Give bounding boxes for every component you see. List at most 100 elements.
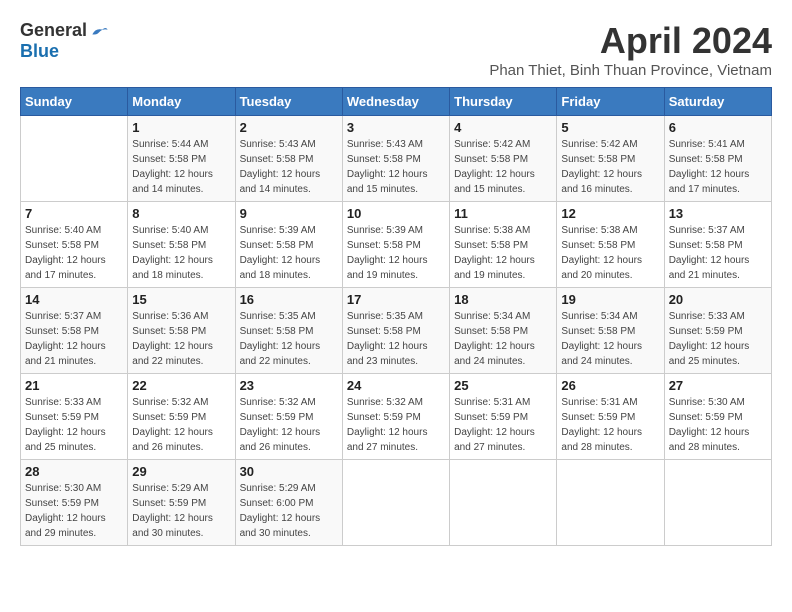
day-number: 17 [347, 292, 445, 307]
day-info: Sunrise: 5:40 AM Sunset: 5:58 PM Dayligh… [25, 223, 123, 283]
day-info: Sunrise: 5:35 AM Sunset: 5:58 PM Dayligh… [240, 309, 338, 369]
daylight-text: Daylight: 12 hours and 14 minutes. [240, 169, 321, 195]
sunrise-text: Sunrise: 5:31 AM [454, 397, 530, 408]
daylight-text: Daylight: 12 hours and 18 minutes. [240, 255, 321, 281]
sunrise-text: Sunrise: 5:33 AM [25, 397, 101, 408]
calendar-cell: 4 Sunrise: 5:42 AM Sunset: 5:58 PM Dayli… [450, 116, 557, 202]
sunrise-text: Sunrise: 5:35 AM [240, 311, 316, 322]
day-info: Sunrise: 5:29 AM Sunset: 5:59 PM Dayligh… [132, 481, 230, 541]
day-info: Sunrise: 5:31 AM Sunset: 5:59 PM Dayligh… [454, 395, 552, 455]
sunset-text: Sunset: 5:58 PM [347, 240, 421, 251]
calendar-cell: 6 Sunrise: 5:41 AM Sunset: 5:58 PM Dayli… [664, 116, 771, 202]
daylight-text: Daylight: 12 hours and 25 minutes. [669, 341, 750, 367]
day-info: Sunrise: 5:39 AM Sunset: 5:58 PM Dayligh… [240, 223, 338, 283]
day-info: Sunrise: 5:42 AM Sunset: 5:58 PM Dayligh… [454, 137, 552, 197]
day-number: 24 [347, 378, 445, 393]
day-info: Sunrise: 5:37 AM Sunset: 5:58 PM Dayligh… [25, 309, 123, 369]
day-info: Sunrise: 5:43 AM Sunset: 5:58 PM Dayligh… [240, 137, 338, 197]
sunset-text: Sunset: 5:59 PM [669, 326, 743, 337]
sunrise-text: Sunrise: 5:41 AM [669, 139, 745, 150]
sunset-text: Sunset: 6:00 PM [240, 498, 314, 509]
sunrise-text: Sunrise: 5:35 AM [347, 311, 423, 322]
day-number: 9 [240, 206, 338, 221]
day-info: Sunrise: 5:43 AM Sunset: 5:58 PM Dayligh… [347, 137, 445, 197]
daylight-text: Daylight: 12 hours and 23 minutes. [347, 341, 428, 367]
day-number: 26 [561, 378, 659, 393]
daylight-text: Daylight: 12 hours and 25 minutes. [25, 427, 106, 453]
day-info: Sunrise: 5:39 AM Sunset: 5:58 PM Dayligh… [347, 223, 445, 283]
sunrise-text: Sunrise: 5:43 AM [240, 139, 316, 150]
daylight-text: Daylight: 12 hours and 24 minutes. [561, 341, 642, 367]
sunrise-text: Sunrise: 5:32 AM [132, 397, 208, 408]
day-info: Sunrise: 5:40 AM Sunset: 5:58 PM Dayligh… [132, 223, 230, 283]
sunrise-text: Sunrise: 5:43 AM [347, 139, 423, 150]
calendar-header-row: SundayMondayTuesdayWednesdayThursdayFrid… [21, 88, 772, 116]
column-header-wednesday: Wednesday [342, 88, 449, 116]
logo-bird-icon [89, 21, 109, 41]
week-row-2: 7 Sunrise: 5:40 AM Sunset: 5:58 PM Dayli… [21, 202, 772, 288]
day-info: Sunrise: 5:32 AM Sunset: 5:59 PM Dayligh… [132, 395, 230, 455]
daylight-text: Daylight: 12 hours and 22 minutes. [240, 341, 321, 367]
day-number: 3 [347, 120, 445, 135]
daylight-text: Daylight: 12 hours and 27 minutes. [454, 427, 535, 453]
calendar-body: 1 Sunrise: 5:44 AM Sunset: 5:58 PM Dayli… [21, 116, 772, 546]
sunset-text: Sunset: 5:58 PM [240, 154, 314, 165]
sunset-text: Sunset: 5:59 PM [132, 498, 206, 509]
day-number: 8 [132, 206, 230, 221]
daylight-text: Daylight: 12 hours and 18 minutes. [132, 255, 213, 281]
calendar-cell: 9 Sunrise: 5:39 AM Sunset: 5:58 PM Dayli… [235, 202, 342, 288]
calendar-cell: 7 Sunrise: 5:40 AM Sunset: 5:58 PM Dayli… [21, 202, 128, 288]
column-header-monday: Monday [128, 88, 235, 116]
calendar-cell: 8 Sunrise: 5:40 AM Sunset: 5:58 PM Dayli… [128, 202, 235, 288]
calendar-cell: 23 Sunrise: 5:32 AM Sunset: 5:59 PM Dayl… [235, 374, 342, 460]
daylight-text: Daylight: 12 hours and 27 minutes. [347, 427, 428, 453]
location-text: Phan Thiet, Binh Thuan Province, Vietnam [489, 62, 772, 79]
sunset-text: Sunset: 5:58 PM [454, 154, 528, 165]
page-header: General Blue April 2024 Phan Thiet, Binh… [20, 20, 772, 79]
sunrise-text: Sunrise: 5:33 AM [669, 311, 745, 322]
week-row-4: 21 Sunrise: 5:33 AM Sunset: 5:59 PM Dayl… [21, 374, 772, 460]
day-number: 15 [132, 292, 230, 307]
calendar-cell: 5 Sunrise: 5:42 AM Sunset: 5:58 PM Dayli… [557, 116, 664, 202]
sunset-text: Sunset: 5:58 PM [561, 154, 635, 165]
day-number: 14 [25, 292, 123, 307]
sunrise-text: Sunrise: 5:38 AM [561, 225, 637, 236]
calendar-cell: 2 Sunrise: 5:43 AM Sunset: 5:58 PM Dayli… [235, 116, 342, 202]
sunrise-text: Sunrise: 5:31 AM [561, 397, 637, 408]
calendar-cell: 1 Sunrise: 5:44 AM Sunset: 5:58 PM Dayli… [128, 116, 235, 202]
daylight-text: Daylight: 12 hours and 28 minutes. [561, 427, 642, 453]
calendar-cell: 21 Sunrise: 5:33 AM Sunset: 5:59 PM Dayl… [21, 374, 128, 460]
day-number: 13 [669, 206, 767, 221]
day-number: 16 [240, 292, 338, 307]
sunset-text: Sunset: 5:58 PM [132, 154, 206, 165]
day-info: Sunrise: 5:44 AM Sunset: 5:58 PM Dayligh… [132, 137, 230, 197]
sunrise-text: Sunrise: 5:42 AM [561, 139, 637, 150]
day-number: 20 [669, 292, 767, 307]
sunset-text: Sunset: 5:58 PM [454, 326, 528, 337]
daylight-text: Daylight: 12 hours and 22 minutes. [132, 341, 213, 367]
sunset-text: Sunset: 5:59 PM [454, 412, 528, 423]
day-number: 6 [669, 120, 767, 135]
calendar-cell: 19 Sunrise: 5:34 AM Sunset: 5:58 PM Dayl… [557, 288, 664, 374]
calendar-cell: 24 Sunrise: 5:32 AM Sunset: 5:59 PM Dayl… [342, 374, 449, 460]
daylight-text: Daylight: 12 hours and 15 minutes. [347, 169, 428, 195]
sunset-text: Sunset: 5:58 PM [347, 154, 421, 165]
column-header-saturday: Saturday [664, 88, 771, 116]
daylight-text: Daylight: 12 hours and 21 minutes. [669, 255, 750, 281]
sunset-text: Sunset: 5:59 PM [25, 498, 99, 509]
sunrise-text: Sunrise: 5:32 AM [347, 397, 423, 408]
calendar-cell: 30 Sunrise: 5:29 AM Sunset: 6:00 PM Dayl… [235, 460, 342, 546]
sunset-text: Sunset: 5:58 PM [454, 240, 528, 251]
daylight-text: Daylight: 12 hours and 17 minutes. [25, 255, 106, 281]
logo-blue-text: Blue [20, 41, 59, 61]
day-number: 25 [454, 378, 552, 393]
day-number: 19 [561, 292, 659, 307]
day-info: Sunrise: 5:34 AM Sunset: 5:58 PM Dayligh… [454, 309, 552, 369]
logo-general-text: General [20, 20, 87, 41]
column-header-sunday: Sunday [21, 88, 128, 116]
sunrise-text: Sunrise: 5:34 AM [561, 311, 637, 322]
sunset-text: Sunset: 5:58 PM [25, 326, 99, 337]
day-info: Sunrise: 5:31 AM Sunset: 5:59 PM Dayligh… [561, 395, 659, 455]
sunset-text: Sunset: 5:58 PM [132, 240, 206, 251]
day-info: Sunrise: 5:30 AM Sunset: 5:59 PM Dayligh… [669, 395, 767, 455]
